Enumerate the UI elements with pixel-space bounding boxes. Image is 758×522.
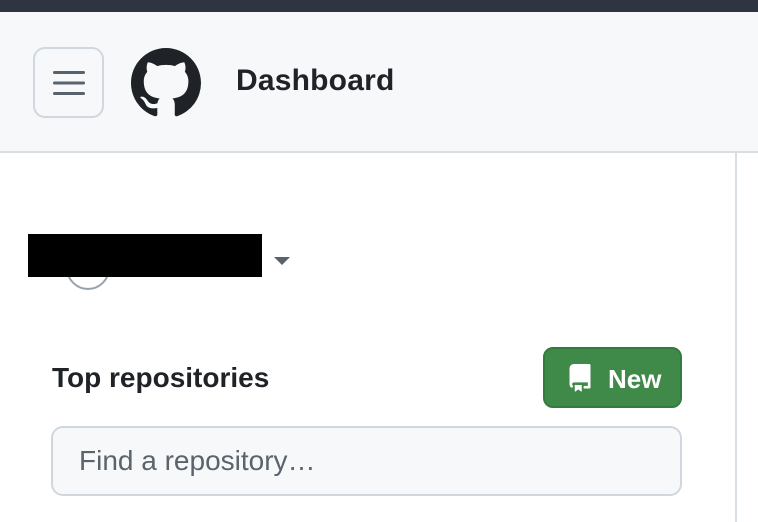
app-header: Dashboard [0, 12, 758, 153]
column-divider [735, 153, 737, 522]
account-switcher[interactable] [28, 234, 298, 290]
redacted-username [28, 234, 262, 277]
top-repositories-heading: Top repositories [52, 362, 270, 393]
page-title: Dashboard [236, 64, 395, 97]
triangle-down-icon[interactable] [273, 256, 291, 266]
hamburger-icon [52, 70, 85, 95]
new-repository-button[interactable]: New [543, 347, 682, 408]
github-logo-icon[interactable] [131, 48, 201, 118]
menu-button[interactable] [33, 47, 104, 118]
repo-icon [569, 364, 591, 392]
find-repository-input[interactable] [51, 426, 682, 496]
new-button-label: New [608, 364, 662, 394]
top-strip [0, 0, 758, 12]
